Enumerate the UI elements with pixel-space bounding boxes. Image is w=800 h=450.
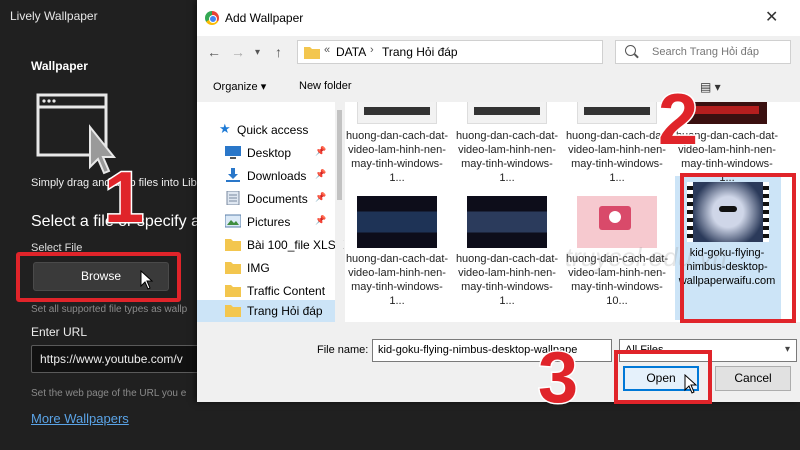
file-name: huong-dan-cach-dat-video-lam-hinh-nen-ma… [345,130,449,184]
recent-chevron-icon[interactable]: ▾ [255,47,260,58]
nav-item-documents[interactable]: Documents 📌 [197,188,335,210]
organize-label: Organize [213,81,258,93]
more-wallpapers-link[interactable]: More Wallpapers [31,411,129,426]
folder-icon [225,285,241,297]
nav-label: Pictures [247,215,291,229]
dialog-title: Add Wallpaper [225,11,304,25]
download-icon [226,168,240,182]
section-title: Wallpaper [31,59,88,73]
organize-menu[interactable]: Organize ▾ [213,80,266,93]
desktop-icon [225,146,241,159]
app-logo-icon [205,11,219,25]
file-name: huong-dan-cach-dat-video-lam-hinh-nen-ma… [345,253,449,307]
new-folder-button[interactable]: New folder [299,80,352,92]
nav-item-img[interactable]: IMG [197,257,335,279]
file-name: huong-dan-cach-dat-video-lam-hinh-nen-ma… [565,130,669,184]
mouse-cursor-icon [684,374,698,394]
nav-item-folder[interactable]: Bài 100_file XLSX [197,234,344,256]
forward-arrow-icon[interactable]: → [231,44,245,60]
nav-label: Trang Hỏi đáp [247,304,323,318]
nav-label: Documents [247,192,308,206]
file-name: huong-dan-cach-dat-video-lam-hinh-nen-ma… [455,253,559,307]
file-name-label: File name: [317,344,369,356]
nav-label: Bài 100_file XLSX [247,238,344,252]
mouse-cursor-icon [140,270,154,290]
search-placeholder: Search Trang Hỏi đáp [652,46,760,58]
folder-icon [304,47,320,59]
app-title: Lively Wallpaper [10,9,98,23]
pin-icon: 📌 [315,146,327,156]
pin-icon: 📌 [315,215,327,225]
breadcrumb-current[interactable]: Trang Hỏi đáp [382,45,458,59]
step-2-marker: 2 [656,80,699,160]
nav-item-pictures[interactable]: Pictures 📌 [197,211,335,233]
url-input[interactable]: https://www.youtube.com/v [31,345,199,373]
step-1-marker: 1 [102,158,145,238]
chevron-down-icon: ▾ [784,344,790,355]
nav-label: Traffic Content [247,284,326,298]
address-bar[interactable]: « DATA › Trang Hỏi đáp ▾ ↻ [297,40,687,64]
step-3-marker: 3 [536,338,579,418]
back-arrow-icon[interactable]: ← [207,44,221,60]
nav-label: Downloads [247,169,307,183]
selected-file-highlight-frame [680,173,796,323]
file-name: huong-dan-cach-dat-video-lam-hinh-nen-ma… [455,130,559,184]
folder-icon [225,305,241,317]
nav-item-desktop[interactable]: Desktop 📌 [197,142,335,164]
navigation-pane: ★ Quick access Desktop 📌 Downloads 📌 Doc… [197,102,344,322]
up-arrow-icon[interactable]: ↑ [275,44,282,60]
nav-item-quick-access[interactable]: ★ Quick access [197,119,335,141]
dialog-toolbar: Organize ▾ New folder ▤ ▾ [197,74,800,100]
nav-label: Quick access [237,123,309,137]
pin-icon: 📌 [315,192,327,202]
nav-item-trang-hoi-dap[interactable]: Trang Hỏi đáp [197,300,335,322]
file-thumbnail [357,102,437,124]
documents-icon [226,191,240,205]
file-thumbnail [687,102,767,124]
file-thumbnail [467,196,547,248]
nav-scrollbar-thumb[interactable] [337,110,342,200]
nav-item-downloads[interactable]: Downloads 📌 [197,165,335,187]
url-hint: Set the web page of the URL you e [31,388,187,399]
breadcrumb-data[interactable]: DATA [336,45,366,59]
folder-icon [225,262,241,274]
pin-icon: 📌 [315,169,327,179]
nav-item-traffic-content[interactable]: Traffic Content [197,280,335,302]
nav-label: IMG [247,261,270,275]
view-options-icon[interactable]: ▤ ▾ [700,80,721,94]
dialog-titlebar: Add Wallpaper ✕ [197,0,800,36]
search-icon [625,45,636,56]
search-box[interactable]: Search Trang Hỏi đáp [615,40,791,64]
folder-icon [225,239,241,251]
breadcrumb-separator: › [370,44,374,56]
file-thumbnail [577,196,657,248]
file-thumbnail [467,102,547,124]
pictures-icon [225,214,241,228]
file-types-hint: Set all supported file types as wallp [31,304,188,315]
enter-url-label: Enter URL [31,325,88,339]
close-icon[interactable]: ✕ [765,7,778,27]
star-icon: ★ [219,121,231,136]
breadcrumb-overflow[interactable]: « [324,44,330,56]
cancel-button[interactable]: Cancel [715,366,791,391]
file-thumbnail [577,102,657,124]
nav-label: Desktop [247,146,292,160]
file-thumbnail [357,196,437,248]
